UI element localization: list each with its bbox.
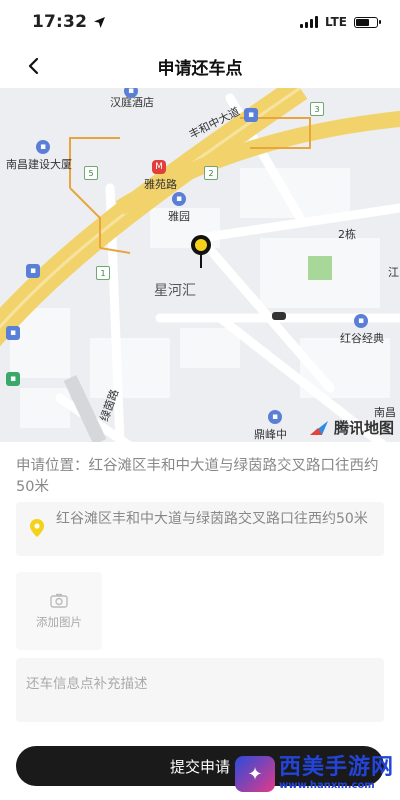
submit-label: 提交申请 <box>169 757 230 776</box>
traffic-light-icon <box>272 312 286 320</box>
map-label-dingfeng: 鼎峰中 <box>254 428 287 441</box>
tencent-map-logo-icon <box>309 420 328 435</box>
page-title: 申请还车点 <box>157 58 243 79</box>
building-poi-icon: ▪ <box>36 140 50 154</box>
restroom-icon: ▪ <box>6 372 20 386</box>
bus-stop-icon: ▪ <box>244 108 258 122</box>
map-label-xinghehui: 星河汇 <box>154 283 196 299</box>
battery-icon <box>354 16 381 28</box>
location-label: 申请位置： <box>16 458 89 474</box>
chevron-left-icon <box>28 57 39 75</box>
residence-poi-icon: ▪ <box>172 192 186 206</box>
status-bar: 17:32 LTE <box>0 0 400 44</box>
camera-icon <box>50 593 68 608</box>
tencent-map-logo: 腾讯地图 <box>308 417 394 438</box>
map-view[interactable]: 汉庭酒店 丰和中大道 南昌建设大厦 雅苑路 雅园 2栋 星河汇 红谷经典 绿茵路… <box>0 88 400 442</box>
bus-stop-icon: ▪ <box>6 326 20 340</box>
road-number-badge: 3 <box>310 102 324 116</box>
add-image-button[interactable]: 添加图片 <box>16 572 102 650</box>
network-type: LTE <box>324 15 347 29</box>
gamepad-icon: ✦ <box>234 756 275 792</box>
location-arrow-icon <box>94 16 106 28</box>
address-text: 红谷滩区丰和中大道与绿茵路交叉路口往西约50米 <box>56 511 368 527</box>
road-number-badge: 5 <box>84 166 98 180</box>
map-label-honggu-jingdian: 红谷经典 <box>340 332 384 345</box>
map-label-nanchang-building: 南昌建设大厦 <box>6 158 72 171</box>
watermark-text: 西美手游网 www.hanxm.com <box>279 757 394 791</box>
add-image-label: 添加图片 <box>36 614 82 629</box>
description-input[interactable] <box>16 658 384 722</box>
back-button[interactable] <box>18 52 48 80</box>
status-time: 17:32 <box>32 12 88 32</box>
address-box: 红谷滩区丰和中大道与绿茵路交叉路口往西约50米 <box>16 502 384 556</box>
watermark-url: www.hanxm.com <box>278 780 375 791</box>
signal-icon <box>299 16 318 28</box>
site-watermark: ✦ 西美手游网 www.hanxm.com <box>234 756 394 792</box>
bus-stop-icon: ▪ <box>26 264 40 278</box>
road-number-badge: 1 <box>96 266 110 280</box>
watermark-title: 西美手游网 <box>278 755 394 780</box>
status-time-group: 17:32 <box>32 12 106 32</box>
map-pin-icon <box>191 235 211 268</box>
honggu-poi-icon: ▪ <box>354 314 368 328</box>
location-info: 申请位置：红谷滩区丰和中大道与绿茵路交叉路口往西约50米 <box>16 456 386 498</box>
road-number-badge: 2 <box>204 166 218 180</box>
dingfeng-poi-icon: ▪ <box>268 410 282 424</box>
metro-station-icon: M <box>152 160 166 174</box>
nav-bar: 申请还车点 <box>0 44 400 88</box>
location-marker-icon <box>30 519 44 537</box>
map-label-yayuan: 雅园 <box>168 210 190 223</box>
map-label-jiang: 江 <box>388 266 399 279</box>
map-label-building2: 2栋 <box>338 228 356 241</box>
status-right: LTE <box>299 15 381 29</box>
map-label-yayuan-road: 雅苑路 <box>144 178 177 191</box>
tencent-map-logo-text: 腾讯地图 <box>333 419 394 437</box>
